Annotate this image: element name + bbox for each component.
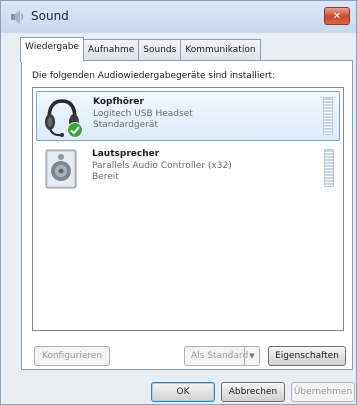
device-item-kopfhoerer[interactable]: Kopfhörer Logitech USB Headset Standardg… — [36, 91, 340, 141]
tab-aufnahme[interactable]: Aufnahme — [83, 39, 140, 61]
device-status: Bereit — [92, 172, 119, 182]
ok-button[interactable]: OK — [151, 382, 215, 402]
tab-kommunikation[interactable]: Kommunikation — [180, 39, 261, 61]
tab-wiedergabe[interactable]: Wiedergabe — [20, 37, 85, 62]
volume-level-meter — [323, 97, 333, 135]
device-name: Kopfhörer — [93, 97, 144, 107]
title-bar[interactable]: Sound ✕ — [1, 1, 356, 33]
tab-strip: Wiedergabe Aufnahme Sounds Kommunikation — [20, 37, 261, 62]
cancel-button[interactable]: Abbrechen — [221, 382, 285, 402]
set-default-label: Als Standard — [191, 351, 249, 361]
configure-button[interactable]: Konfigurieren — [34, 346, 110, 366]
device-name: Lautsprecher — [92, 149, 160, 159]
device-description: Parallels Audio Controller (x32) — [92, 161, 232, 171]
speaker-icon — [11, 10, 24, 24]
close-icon: ✕ — [332, 10, 342, 22]
tab-sounds[interactable]: Sounds — [138, 39, 182, 61]
sound-dialog: Sound ✕ Wiedergabe Aufnahme Sounds Kommu… — [0, 0, 357, 405]
device-list[interactable]: Kopfhörer Logitech USB Headset Standardg… — [32, 87, 344, 331]
properties-button[interactable]: Eigenschaften — [268, 346, 346, 366]
device-description: Logitech USB Headset — [93, 109, 193, 119]
set-default-button[interactable]: Als Standard ▼ — [184, 346, 260, 366]
speaker-icon — [45, 149, 77, 189]
check-badge-icon — [67, 122, 83, 138]
close-button[interactable]: ✕ — [324, 7, 350, 25]
device-status: Standardgerät — [93, 120, 158, 130]
chevron-down-icon[interactable]: ▼ — [244, 347, 259, 365]
window-title: Sound — [31, 9, 69, 23]
playback-panel: Die folgenden Audiowiedergabegeräte sind… — [21, 60, 353, 370]
panel-intro: Die folgenden Audiowiedergabegeräte sind… — [32, 71, 276, 81]
apply-button[interactable]: Übernehmen — [291, 382, 355, 402]
volume-level-meter — [324, 149, 334, 187]
device-item-lautsprecher[interactable]: Lautsprecher Parallels Audio Controller … — [36, 144, 340, 194]
